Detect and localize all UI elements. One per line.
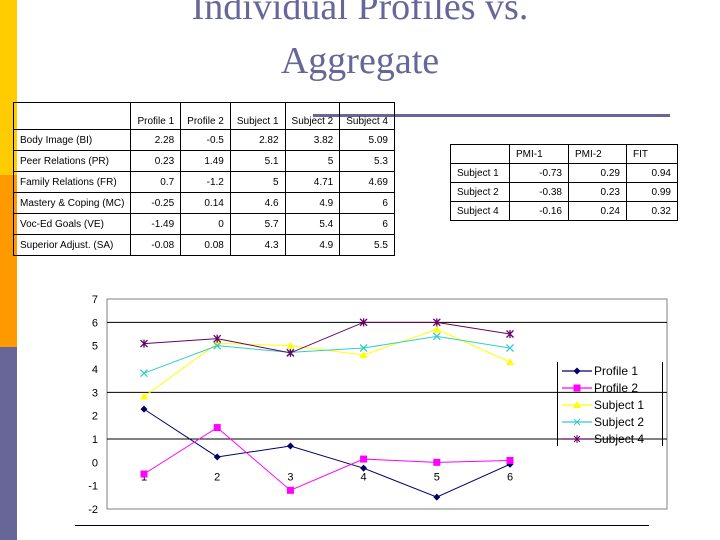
data-point-profile-1 (433, 493, 441, 501)
data-point-profile-2 (360, 455, 368, 463)
legend-item: Profile 2 (562, 379, 638, 396)
data-point-profile-2 (140, 470, 148, 478)
y-tick-label: 4 (92, 364, 98, 376)
y-tick-label: 0 (92, 457, 98, 469)
data-point-profile-2 (506, 456, 514, 464)
series-line-profile-2 (143, 426, 511, 491)
legend-item: Profile 1 (562, 362, 638, 379)
y-tick-label: 1 (92, 434, 98, 446)
legend-swatch-icon (562, 384, 592, 391)
chart-legend: Profile 1 Profile 2 Subject 1 Subject 2 Subj… (557, 362, 663, 446)
data-point-profile-1 (286, 442, 294, 450)
y-tick-label: 6 (92, 317, 98, 329)
legend-label: Subject 2 (594, 414, 645, 429)
x-tick-label: 2 (214, 471, 220, 483)
data-point-subject-1 (140, 392, 148, 400)
legend-label: Profile 1 (594, 363, 639, 378)
legend-swatch-icon (562, 434, 592, 443)
y-tick-label: 3 (92, 387, 98, 399)
y-tick-label: -1 (88, 481, 98, 493)
legend-swatch-icon (562, 400, 592, 408)
legend-item: Subject 4 (562, 430, 644, 447)
y-tick-label: 5 (92, 341, 98, 353)
data-point-subject-2 (140, 369, 148, 378)
line-chart: -2-101234567123456 (88, 294, 668, 516)
x-tick-label: 5 (434, 471, 440, 483)
legend-label: Profile 2 (594, 380, 639, 395)
y-tick-label: -2 (88, 504, 98, 516)
legend-item: Subject 2 (562, 413, 644, 430)
data-point-profile-2 (213, 424, 221, 432)
x-tick-label: 4 (361, 471, 367, 483)
legend-label: Subject 4 (594, 431, 645, 446)
legend-swatch-icon (562, 367, 592, 374)
x-tick-label: 6 (507, 471, 513, 483)
data-point-profile-1 (213, 453, 221, 461)
data-point-profile-2 (433, 458, 441, 466)
data-point-subject-1 (506, 358, 514, 365)
series-line-subject-2 (143, 335, 511, 374)
data-point-profile-1 (140, 405, 148, 413)
bottom-divider (75, 525, 649, 526)
legend-label: Subject 1 (594, 397, 645, 412)
data-point-subject-1 (432, 325, 441, 333)
legend-item: Subject 1 (562, 396, 644, 413)
data-point-profile-2 (286, 486, 294, 494)
y-tick-label: 7 (92, 294, 98, 306)
series-line-profile-1 (143, 408, 511, 498)
legend-swatch-icon (562, 418, 592, 425)
y-tick-label: 2 (92, 411, 98, 423)
x-tick-label: 3 (287, 471, 293, 483)
